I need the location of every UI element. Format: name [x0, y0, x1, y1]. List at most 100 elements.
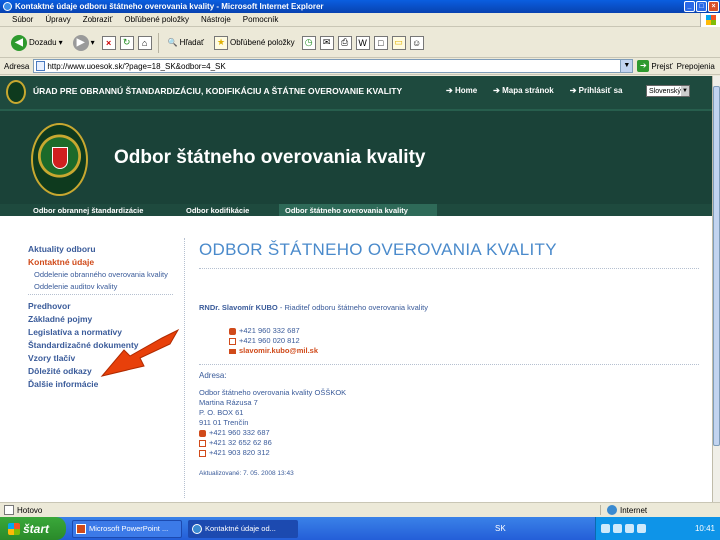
discuss-icon[interactable]: □: [373, 35, 388, 50]
postal-address: Odbor štátneho overovania kvality OŠŠKOK…: [199, 388, 699, 458]
refresh-icon[interactable]: ↻: [119, 35, 134, 50]
page-icon: [36, 61, 46, 71]
close-button[interactable]: ×: [708, 1, 719, 12]
nav-home[interactable]: ➔ Home: [446, 86, 477, 95]
language-value: Slovenský: [649, 87, 681, 95]
security-zone: Internet: [600, 505, 720, 515]
nav-sub-quality[interactable]: Oddelenie obranného overovania kvality: [28, 270, 173, 279]
mail-icon[interactable]: ✉: [319, 35, 334, 50]
chevron-down-icon: ▾: [90, 38, 95, 47]
scrollbar-thumb[interactable]: [713, 86, 720, 446]
address-input[interactable]: http://www.uoesok.sk/?page=18_SK&odbor=4…: [33, 59, 634, 73]
minimize-button[interactable]: _: [684, 1, 695, 12]
tab-quality-assurance[interactable]: Odbor štátneho overovania kvality: [279, 204, 437, 216]
nav-sitemap[interactable]: ➔ Mapa stránok: [493, 86, 554, 95]
go-button[interactable]: ➔ Prejsť: [637, 60, 673, 72]
favorites-label: Obľúbené položky: [230, 38, 295, 47]
tray-icon[interactable]: [625, 524, 634, 533]
director-phone: +421 960 332 687: [229, 326, 699, 336]
fax-icon: [229, 337, 236, 345]
taskbar: štart Microsoft PowerPoint ... Kontaktné…: [0, 517, 720, 540]
maximize-button[interactable]: □: [696, 1, 707, 12]
go-arrow-icon: ➔: [637, 60, 650, 72]
clock[interactable]: 10:41: [695, 524, 715, 533]
department-tabs: Odbor obrannej štandardizácie Odbor kodi…: [0, 204, 712, 216]
address-line: Odbor štátneho overovania kvality OŠŠKOK: [199, 388, 347, 397]
stop-icon[interactable]: ×: [101, 35, 116, 50]
tab-codification[interactable]: Odbor kodifikácie: [180, 204, 279, 216]
windows-flag-icon: [8, 522, 20, 535]
nav-foreword[interactable]: Predhovor: [28, 301, 173, 311]
tray-icon[interactable]: [601, 524, 610, 533]
forward-button[interactable]: ▶ ▾: [70, 32, 98, 54]
phone-icon: [229, 327, 236, 335]
toolbar-separator: [157, 32, 159, 53]
ie-icon: [3, 2, 12, 11]
search-label: Hľadať: [179, 38, 205, 47]
menu-file[interactable]: Súbor: [12, 15, 33, 24]
menu-favorites[interactable]: Obľúbené položky: [124, 15, 189, 24]
back-arrow-icon: ◀: [11, 34, 27, 51]
nav-terms[interactable]: Základné pojmy: [28, 314, 173, 324]
window-title-bar: Kontaktné údaje odboru štátneho overovan…: [0, 0, 720, 13]
ie-icon: [192, 523, 202, 534]
address-bar: Adresa http://www.uoesok.sk/?page=18_SK&…: [0, 58, 720, 75]
address-line: P. O. BOX 61: [199, 408, 244, 417]
chevron-down-icon[interactable]: ▼: [620, 60, 633, 72]
office-fax-2: +421 903 820 312: [199, 448, 699, 458]
links-label[interactable]: Prepojenia: [677, 62, 715, 71]
chevron-down-icon: ▼: [680, 86, 689, 96]
tray-icon[interactable]: [637, 524, 646, 533]
site-banner: Odbor štátneho overovania kvality: [0, 109, 712, 204]
menu-help[interactable]: Pomocník: [243, 15, 279, 24]
search-button[interactable]: 🔍 Hľadať: [165, 32, 207, 54]
address-url: http://www.uoesok.sk/?page=18_SK&odbor=4…: [47, 61, 226, 71]
emblem-logo-large: [31, 123, 88, 196]
nav-sub-audits[interactable]: Oddelenie auditov kvality: [28, 282, 173, 291]
star-icon: ★: [214, 35, 229, 50]
folder-icon[interactable]: ▭: [391, 35, 406, 50]
start-button[interactable]: štart: [0, 517, 66, 540]
status-text: Hotovo: [17, 505, 43, 515]
address-heading: Adresa:: [199, 371, 227, 380]
menu-edit[interactable]: Úpravy: [45, 15, 70, 24]
address-line: 911 01 Trenčín: [199, 418, 249, 427]
favorites-button[interactable]: ★ Obľúbené položky: [211, 32, 298, 54]
back-label: Dozadu: [29, 38, 57, 47]
language-select[interactable]: Slovenský ▼: [646, 85, 690, 97]
edit-icon[interactable]: W: [355, 35, 370, 50]
powerpoint-icon: [76, 523, 86, 534]
page-icon: [4, 505, 14, 515]
banner-title: Odbor štátneho overovania kvality: [114, 147, 426, 168]
director-email[interactable]: slavomir.kubo@mil.sk: [229, 346, 699, 356]
menu-view[interactable]: Zobraziť: [83, 15, 113, 24]
nav-more-info[interactable]: Ďalšie informácie: [28, 379, 173, 389]
task-browser[interactable]: Kontaktné údaje od...: [188, 519, 298, 538]
back-button[interactable]: ◀ Dozadu ▾: [8, 32, 66, 54]
office-phone: +421 960 332 687: [199, 428, 699, 438]
office-fax: +421 32 652 62 86: [199, 438, 699, 448]
home-icon[interactable]: ⌂: [137, 35, 152, 50]
director-name: RNDr. Slavomír KUBO: [199, 303, 278, 312]
vertical-scrollbar[interactable]: [712, 76, 720, 502]
organization-name: ÚRAD PRE OBRANNÚ ŠTANDARDIZÁCIU, KODIFIK…: [33, 86, 403, 96]
red-arrow-icon: [100, 328, 180, 377]
menu-tools[interactable]: Nástroje: [201, 15, 231, 24]
nav-news[interactable]: Aktuality odboru: [28, 244, 173, 254]
tab-standardization[interactable]: Odbor obrannej štandardizácie: [27, 204, 180, 216]
nav-login[interactable]: ➔ Prihlásiť sa: [570, 86, 623, 95]
toolbar: ◀ Dozadu ▾ ▶ ▾ × ↻ ⌂ 🔍 Hľadať ★ Obľúbené…: [0, 28, 720, 58]
nav-contacts[interactable]: Kontaktné údaje: [28, 257, 173, 267]
forward-arrow-icon: ▶: [72, 34, 89, 51]
print-icon[interactable]: ⎙: [337, 35, 352, 50]
tray-icon[interactable]: [613, 524, 622, 533]
task-powerpoint[interactable]: Microsoft PowerPoint ...: [72, 519, 182, 538]
input-language[interactable]: SK: [495, 524, 506, 533]
messenger-icon[interactable]: ☺: [409, 35, 424, 50]
history-icon[interactable]: ◷: [301, 35, 316, 50]
divider: [199, 364, 699, 365]
fax-icon: [199, 449, 206, 457]
globe-icon: [607, 505, 617, 515]
system-tray: 10:41: [595, 517, 720, 540]
window-title: Kontaktné údaje odboru štátneho overovan…: [15, 2, 324, 11]
